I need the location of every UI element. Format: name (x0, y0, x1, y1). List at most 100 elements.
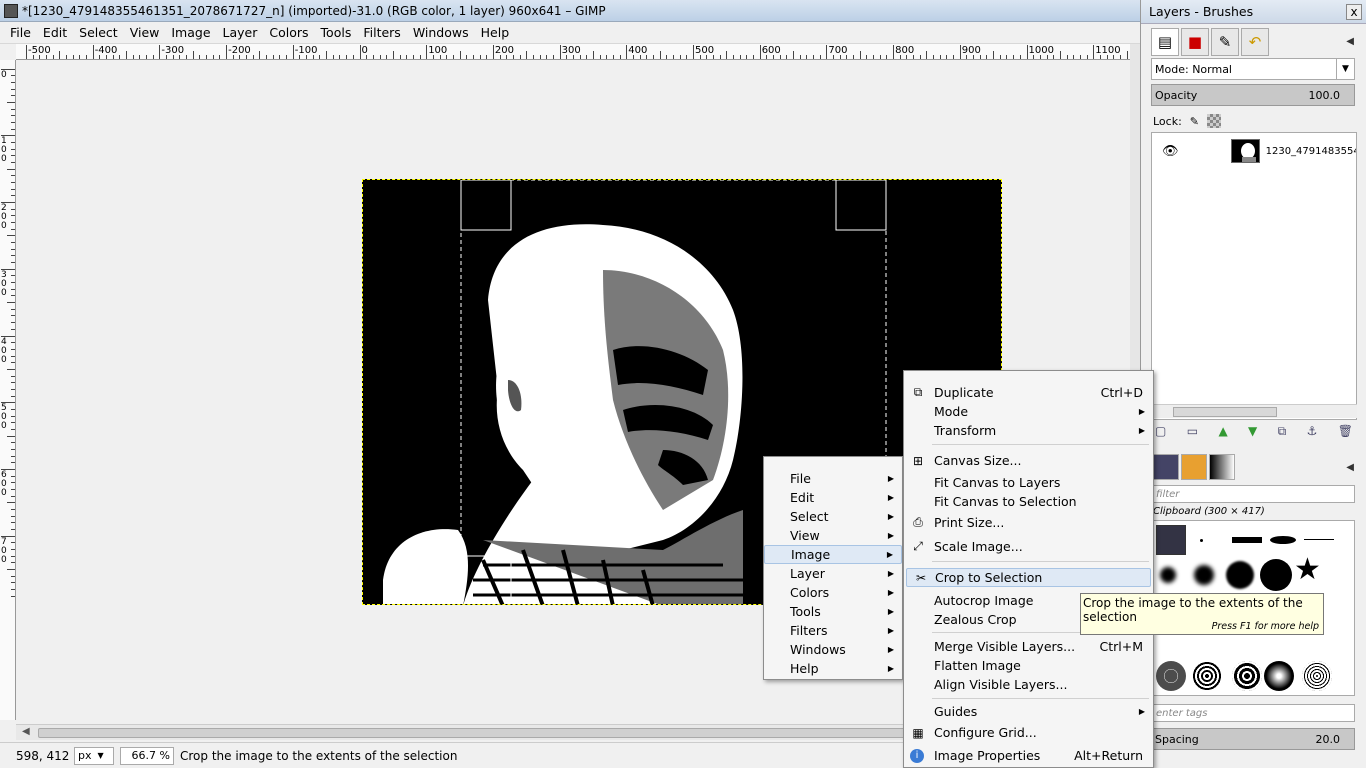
paths-tab-icon[interactable]: ✎ (1211, 28, 1239, 56)
menu-image[interactable]: Image (165, 25, 216, 40)
menu-colors[interactable]: Colors (263, 25, 314, 40)
vertical-ruler[interactable]: 0 100 200 300 400 500 600 700 (0, 60, 16, 720)
brushes-tab-icon[interactable] (1153, 454, 1179, 480)
brush-item[interactable] (1200, 539, 1203, 542)
brush-item[interactable] (1270, 536, 1296, 544)
ruler-tick (11, 382, 15, 384)
ruler-tick (79, 55, 81, 59)
menu-select[interactable]: Select (73, 25, 124, 40)
ctx-menu-file[interactable]: File ▶ (764, 469, 902, 488)
brush-item[interactable] (1264, 661, 1294, 691)
brush-clipboard[interactable] (1156, 525, 1186, 555)
brush-item[interactable] (1232, 537, 1262, 543)
star-brush-icon[interactable]: ★ (1294, 555, 1321, 585)
merge-visible-menu-item[interactable]: Merge Visible Layers... Ctrl+M (904, 637, 1153, 656)
layer-list-scrollbar[interactable] (1151, 404, 1357, 418)
flatten-menu-item[interactable]: Flatten Image (904, 656, 1153, 675)
ctx-menu-select[interactable]: Select ▶ (764, 507, 902, 526)
menu-windows[interactable]: Windows (407, 25, 475, 40)
tag-filter-input[interactable]: filter (1151, 485, 1355, 503)
ctx-menu-image[interactable]: Image ▶ (764, 545, 902, 564)
menu-layer[interactable]: Layer (217, 25, 264, 40)
ruler-tick (1046, 55, 1048, 59)
grid-icon: ▦ (912, 725, 924, 740)
ctx-menu-filters[interactable]: Filters ▶ (764, 621, 902, 640)
lock-pixels-icon[interactable]: ✎ (1190, 115, 1199, 128)
canvas-size-menu-item[interactable]: ⊞ Canvas Size... (904, 451, 1153, 470)
anchor-icon[interactable]: ⚓ (1307, 424, 1318, 444)
zoom-selector[interactable]: 66.7 % (120, 746, 174, 765)
scale-image-menu-item[interactable]: ⤢ Scale Image... (904, 537, 1153, 556)
brush-item[interactable] (1304, 539, 1334, 540)
scrollbar-thumb[interactable] (38, 728, 908, 738)
raise-layer-icon[interactable]: ▲ (1218, 424, 1227, 444)
ruler-tick (166, 55, 168, 59)
opacity-slider[interactable]: Opacity 100.0 (1151, 84, 1355, 106)
configure-grid-menu-item[interactable]: ▦ Configure Grid... (904, 723, 1153, 742)
menu-edit[interactable]: Edit (37, 25, 73, 40)
close-icon[interactable]: x (1346, 4, 1362, 20)
ctx-menu-edit[interactable]: Edit ▶ (764, 488, 902, 507)
lock-alpha-icon[interactable] (1207, 114, 1222, 128)
undo-history-tab-icon[interactable]: ↶ (1241, 28, 1269, 56)
channels-tab-icon[interactable]: ■ (1181, 28, 1209, 56)
ruler-tick (946, 55, 948, 59)
menu-filters[interactable]: Filters (357, 25, 406, 40)
unit-selector[interactable]: px ▼ (74, 746, 114, 765)
menu-view[interactable]: View (124, 25, 166, 40)
menu-tools[interactable]: Tools (315, 25, 358, 40)
brush-dock-menu-icon[interactable]: ◀ (1346, 462, 1354, 473)
spacing-slider[interactable]: Spacing 20.0 (1151, 728, 1355, 750)
scrollbar-thumb[interactable] (1173, 407, 1277, 417)
delete-layer-icon[interactable]: 🗑 (1338, 424, 1353, 444)
layer-row[interactable]: 👁 1230_479148355461 (1152, 137, 1356, 165)
gradients-tab-icon[interactable] (1209, 454, 1235, 480)
print-size-menu-item[interactable]: ⎙ Print Size... (904, 513, 1153, 532)
layers-tab-icon[interactable]: ▤ (1151, 28, 1179, 56)
ctx-menu-tools[interactable]: Tools ▶ (764, 602, 902, 621)
scale-icon: ⤢ (913, 539, 923, 553)
ruler-tick (11, 515, 15, 517)
tags-input[interactable]: enter tags (1151, 704, 1355, 722)
duplicate-layer-icon[interactable]: ⧉ (1278, 424, 1287, 444)
ruler-tick (472, 55, 474, 59)
brush-item[interactable] (1232, 661, 1262, 691)
menu-file[interactable]: File (4, 25, 37, 40)
crop-to-selection-menu-item[interactable]: ✂ Crop to Selection (906, 568, 1151, 587)
lower-layer-icon[interactable]: ▼ (1248, 424, 1257, 444)
menu-help[interactable]: Help (475, 25, 516, 40)
dock-menu-icon[interactable]: ◀ (1346, 36, 1354, 47)
mode-value: Normal (1192, 62, 1232, 76)
brush-item[interactable] (1302, 661, 1332, 691)
brush-item[interactable] (1260, 559, 1292, 591)
ctx-menu-layer[interactable]: Layer ▶ (764, 564, 902, 583)
ctx-menu-help[interactable]: Help ▶ (764, 659, 902, 678)
mode-menu-item[interactable]: Mode ▶ (904, 402, 1153, 421)
guides-menu-item[interactable]: Guides ▶ (904, 702, 1153, 721)
ctx-menu-view[interactable]: View ▶ (764, 526, 902, 545)
ctx-menu-windows[interactable]: Windows ▶ (764, 640, 902, 659)
brush-item[interactable] (1226, 561, 1254, 589)
fit-canvas-selection-menu-item[interactable]: Fit Canvas to Selection (904, 492, 1153, 511)
ruler-tick (212, 55, 214, 59)
brush-item[interactable] (1160, 567, 1176, 583)
image-properties-menu-item[interactable]: i Image Properties Alt+Return (904, 746, 1153, 765)
layer-name[interactable]: 1230_479148355461 (1266, 146, 1356, 157)
fit-canvas-layers-menu-item[interactable]: Fit Canvas to Layers (904, 473, 1153, 492)
align-visible-menu-item[interactable]: Align Visible Layers... (904, 675, 1153, 694)
brush-item[interactable] (1192, 661, 1222, 691)
new-layer-group-icon[interactable]: ▭ (1187, 424, 1198, 444)
ctx-menu-colors[interactable]: Colors ▶ (764, 583, 902, 602)
layer-mode-select[interactable]: Mode: Normal ▼ (1151, 58, 1355, 80)
patterns-tab-icon[interactable] (1181, 454, 1207, 480)
duplicate-menu-item[interactable]: ⧉ Duplicate Ctrl+D (904, 383, 1153, 402)
brush-item[interactable] (1156, 661, 1186, 691)
horizontal-ruler[interactable]: -500 -400 -300 -200 -100 0 100 200 300 400 500 600 7… (16, 44, 1130, 60)
transform-menu-item[interactable]: Transform ▶ (904, 421, 1153, 440)
ruler-tick (813, 55, 815, 59)
brush-item[interactable] (1194, 565, 1214, 585)
eye-icon[interactable]: 👁 (1162, 144, 1179, 159)
new-layer-icon[interactable]: ▢ (1155, 424, 1166, 444)
layer-list[interactable]: 👁 1230_479148355461 (1151, 132, 1357, 420)
scroll-left-icon[interactable]: ◀ (22, 726, 30, 737)
